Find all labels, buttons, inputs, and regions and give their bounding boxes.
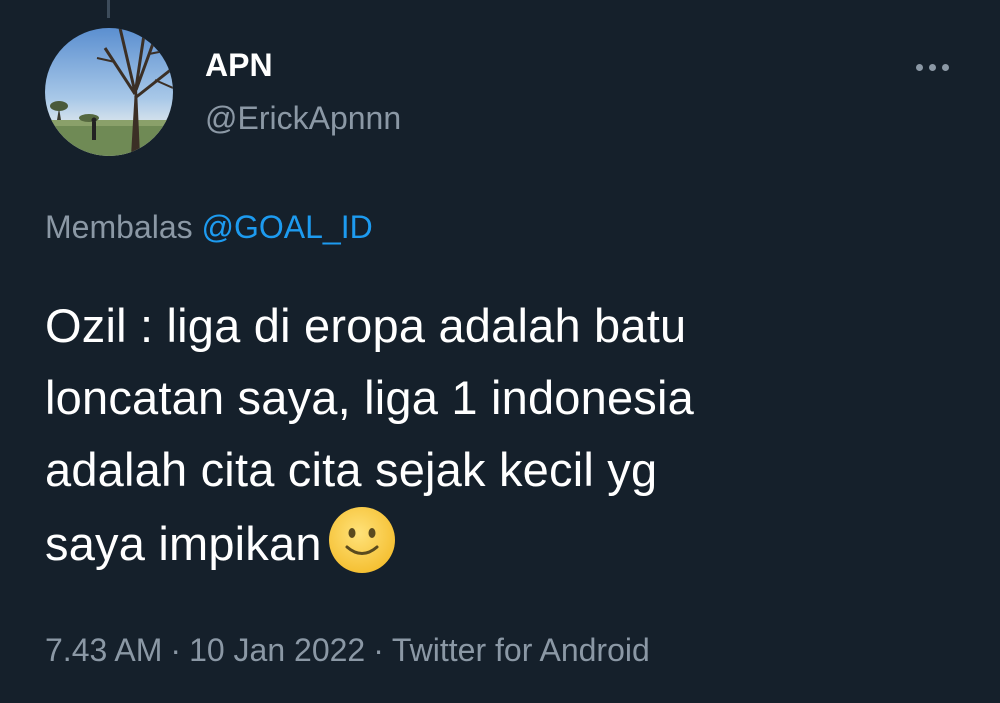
- tweet-source-link[interactable]: Twitter for Android: [392, 632, 650, 668]
- separator-dot: ·: [373, 632, 384, 668]
- more-horizontal-icon-dot: [941, 63, 949, 71]
- tweet-text-line: loncatan saya, liga 1 indonesia: [45, 371, 694, 424]
- tweet-metadata: 7.43 AM · 10 Jan 2022 · Twitter for Android: [45, 628, 650, 672]
- tweet-text-line-content: saya impikan: [45, 517, 322, 570]
- separator-dot: ·: [170, 632, 182, 668]
- author-name[interactable]: APN: [205, 45, 273, 85]
- replying-to-label: Membalas: [45, 209, 193, 245]
- more-horizontal-icon-dot: [928, 63, 936, 71]
- author-handle[interactable]: @ErickApnnn: [205, 98, 401, 138]
- avatar[interactable]: [45, 28, 173, 156]
- tweet-time[interactable]: 7.43 AM: [45, 632, 162, 668]
- tweet-text: Ozil : liga di eropa adalah batu loncata…: [45, 290, 945, 594]
- thread-connector-line: [107, 0, 110, 18]
- more-horizontal-icon: [915, 63, 923, 71]
- slightly-smiling-face-icon: [328, 506, 396, 594]
- tweet-text-line: adalah cita cita sejak kecil yg: [45, 443, 658, 496]
- more-options-button[interactable]: [902, 52, 962, 82]
- avatar-image: [45, 28, 173, 156]
- replying-to-mention-link[interactable]: @GOAL_ID: [202, 209, 373, 245]
- tweet-text-line-last: saya impikan: [45, 506, 945, 594]
- tweet-date[interactable]: 10 Jan 2022: [189, 632, 365, 668]
- replying-to: Membalas @GOAL_ID: [45, 206, 373, 248]
- tweet-text-line: Ozil : liga di eropa adalah batu: [45, 299, 687, 352]
